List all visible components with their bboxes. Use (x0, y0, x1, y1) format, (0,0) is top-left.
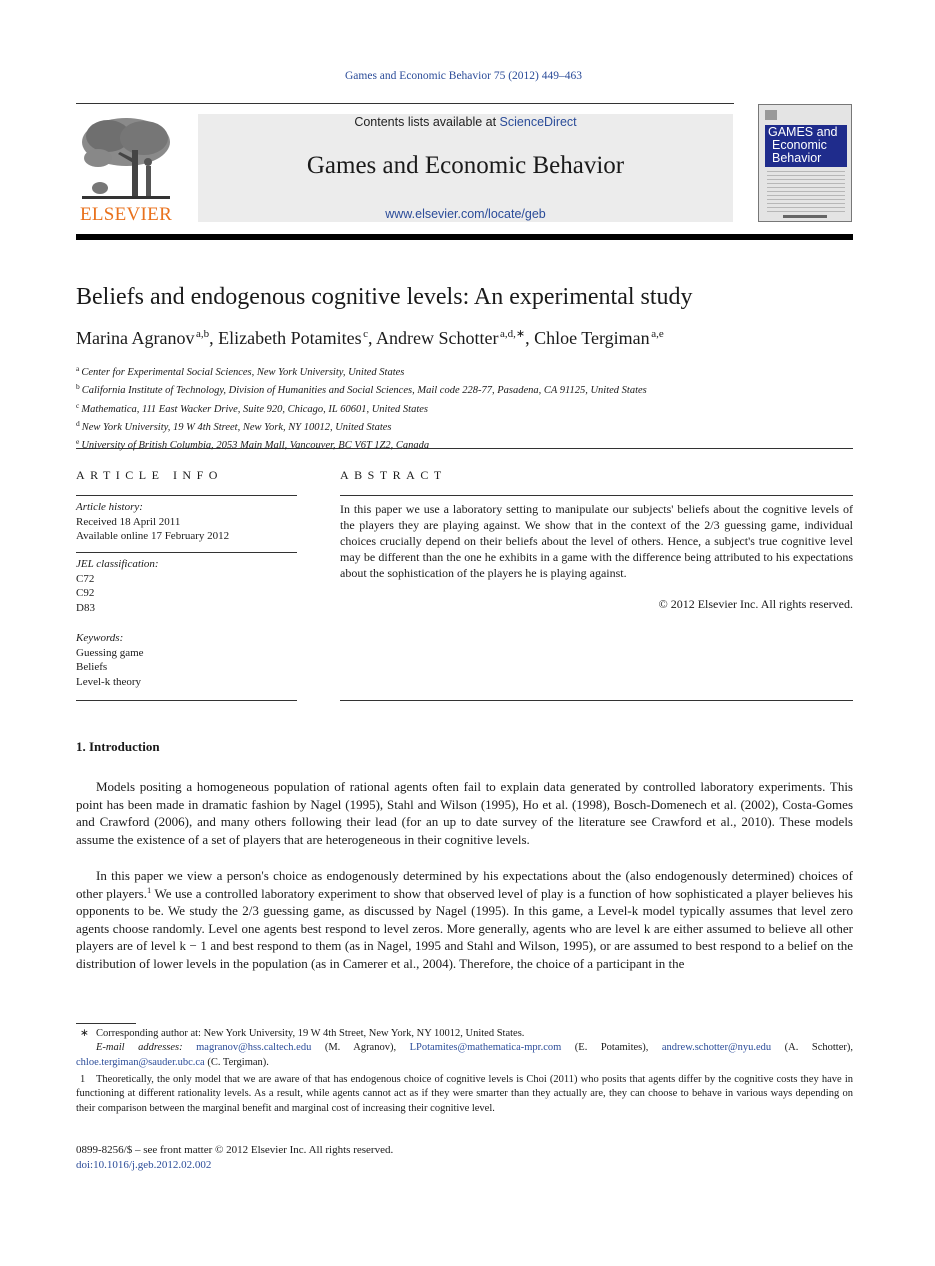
author-name: Marina Agranov (76, 328, 195, 348)
received-date: Received 18 April 2011 (76, 515, 181, 528)
author-affiliation-marks[interactable]: a,d,∗ (500, 328, 525, 340)
affiliation-key: b (76, 382, 80, 392)
doi-link[interactable]: doi:10.1016/j.geb.2012.02.002 (76, 1158, 393, 1173)
author-affiliation-marks[interactable]: a,e (651, 328, 664, 340)
author-name: Chloe Tergiman (534, 328, 650, 348)
history-label: Article history: (76, 501, 143, 513)
author[interactable]: Andrew Schotter a,d,∗ (376, 328, 525, 348)
cover-footer (783, 215, 827, 218)
affiliation-item: b California Institute of Technology, Div… (76, 380, 647, 398)
available-date: Available online 17 February 2012 (76, 530, 230, 542)
author-affiliation-marks[interactable]: a,b (196, 328, 209, 340)
journal-title: Games and Economic Behavior (306, 152, 625, 179)
footnote-text: Corresponding author at: New York Univer… (96, 1028, 525, 1039)
abstract-rule (340, 700, 853, 701)
article-history: Article history: Received 18 April 2011 … (76, 500, 229, 544)
affiliation-key: d (76, 418, 80, 428)
paragraph-text: We use a controlled laboratory experimen… (76, 885, 853, 971)
elsevier-tree-icon (82, 118, 170, 199)
article-title: Beliefs and endogenous cognitive levels:… (76, 284, 693, 310)
author-separator: , (525, 328, 535, 348)
affiliation-text: New York University, 19 W 4th Street, Ne… (81, 421, 392, 433)
contents-prefix: Contents lists available at (354, 115, 500, 129)
jel-label: JEL classification: (76, 558, 159, 570)
jel-code: C72 (76, 572, 95, 585)
elsevier-wordmark: ELSEVIER (79, 204, 173, 225)
footnote-rule (76, 1023, 136, 1024)
affiliation-item: d New York University, 19 W 4th Street, N… (76, 417, 647, 435)
sciencedirect-link[interactable]: ScienceDirect (500, 115, 577, 129)
corresponding-author-footnote: ∗ Corresponding author at: New York Unive… (76, 1027, 853, 1070)
email-link[interactable]: magranov@hss.caltech.edu (196, 1042, 311, 1053)
author[interactable]: Marina Agranov a,b (76, 328, 209, 348)
intro-paragraph-1: Models positing a homogeneous population… (76, 779, 853, 847)
author-separator: , (368, 328, 377, 348)
keyword[interactable]: Level-k theory (76, 675, 144, 690)
abstract-heading: ABSTRACT (340, 468, 447, 482)
keyword[interactable]: Guessing game (76, 646, 144, 661)
author-separator: , (209, 328, 219, 348)
front-matter: 0899-8256/$ – see front matter © 2012 El… (76, 1143, 393, 1172)
affiliation-text: Mathematica, 111 East Wacker Drive, Suit… (81, 403, 428, 415)
email-owner: (A. Schotter), (771, 1042, 853, 1054)
email-link[interactable]: LPotamites@mathematica-mpr.com (410, 1042, 562, 1053)
footnote-text: Theoretically, the only model that we ar… (76, 1074, 853, 1114)
footnote-1: 1 Theoretically, the only model that we a… (76, 1073, 853, 1116)
cover-title-line: Behavior (772, 151, 822, 165)
author[interactable]: Elizabeth Potamites c (218, 328, 368, 348)
affiliation-item: c Mathematica, 111 East Wacker Drive, Sui… (76, 399, 647, 417)
author-name: Andrew Schotter (376, 328, 499, 348)
cover-title-box: GAMES and Economic Behavior (765, 125, 847, 167)
keywords-label: Keywords: (76, 632, 124, 644)
cover-editorial-text (767, 171, 845, 213)
affiliations: a Center for Experimental Social Sciences… (76, 362, 647, 453)
author[interactable]: Chloe Tergiman a,e (534, 328, 664, 348)
email-owner: (M. Agranov), (311, 1042, 410, 1054)
journal-banner: Contents lists available at ScienceDirec… (198, 114, 733, 222)
journal-url-link[interactable]: www.elsevier.com/locate/geb (198, 207, 733, 221)
author-list: Marina Agranov a,b, Elizabeth Potamites … (76, 327, 664, 349)
affiliation-key: a (76, 364, 80, 373)
cover-publisher-icon (765, 110, 777, 120)
section-heading-introduction: 1. Introduction (76, 739, 160, 754)
footnote-number: 1 (80, 1074, 86, 1085)
jel-code: D83 (76, 601, 95, 614)
issn-copyright: 0899-8256/$ – see front matter © 2012 El… (76, 1144, 394, 1156)
header-rule (76, 103, 734, 104)
journal-cover-thumbnail[interactable]: GAMES and Economic Behavior (758, 104, 852, 222)
affiliation-key: c (76, 400, 80, 410)
abstract-copyright: © 2012 Elsevier Inc. All rights reserved… (658, 597, 853, 611)
author-name: Elizabeth Potamites (218, 328, 362, 348)
asterisk-mark: ∗ (80, 1028, 89, 1039)
header-thick-rule (76, 234, 853, 240)
article-info-rule (76, 552, 297, 553)
article-info-heading: ARTICLE INFO (76, 468, 223, 482)
email-owner: (E. Potamites), (561, 1042, 662, 1054)
jel-classification: JEL classification: C72 C92 D83 (76, 557, 159, 615)
elsevier-logo[interactable]: ELSEVIER (76, 114, 176, 226)
article-info-rule (76, 700, 297, 701)
contents-availability: Contents lists available at ScienceDirec… (198, 115, 733, 129)
keywords: Keywords: Guessing game Beliefs Level-k … (76, 631, 144, 689)
email-link[interactable]: andrew.schotter@nyu.edu (662, 1042, 771, 1053)
intro-paragraph-2: In this paper we view a person's choice … (76, 867, 853, 973)
affiliation-text: University of British Columbia, 2053 Mai… (81, 440, 430, 452)
jel-code: C92 (76, 587, 95, 599)
section-divider (76, 448, 853, 449)
email-owner: (C. Tergiman). (204, 1056, 269, 1068)
email-link[interactable]: chloe.tergiman@sauder.ubc.ca (76, 1057, 205, 1068)
keyword[interactable]: Beliefs (76, 660, 144, 675)
journal-citation[interactable]: Games and Economic Behavior 75 (2012) 44… (0, 70, 927, 82)
affiliation-key: e (76, 437, 80, 447)
email-label: E-mail addresses: (96, 1042, 183, 1054)
affiliation-text: Center for Experimental Social Sciences,… (81, 367, 405, 378)
affiliation-item: a Center for Experimental Social Sciences… (76, 362, 647, 380)
abstract-rule (340, 495, 853, 496)
abstract-text: In this paper we use a laboratory settin… (340, 502, 853, 580)
affiliation-text: California Institute of Technology, Divi… (81, 385, 647, 397)
article-info-rule (76, 495, 297, 496)
affiliation-item: e University of British Columbia, 2053 Ma… (76, 435, 647, 453)
